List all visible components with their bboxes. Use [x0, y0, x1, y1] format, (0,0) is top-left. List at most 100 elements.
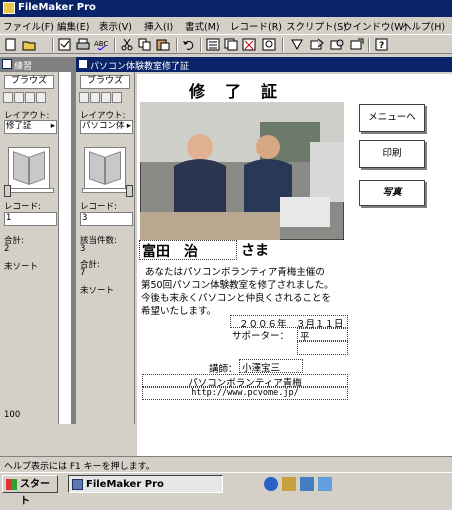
practice-content-strip: [59, 72, 72, 424]
find-mode-icon[interactable]: [14, 92, 24, 103]
zoom-level[interactable]: 100: [4, 410, 20, 420]
menu-scripts[interactable]: スクリプト(S): [286, 19, 347, 33]
body-line-3: 今後も末永くパソコンと仲良くされることを: [141, 293, 332, 304]
layout-mode-icon[interactable]: [101, 92, 111, 103]
status-text: ヘルプ表示には F1 キーを押します。: [4, 462, 155, 472]
menu-bar: ファイル(F) 編集(E) 表示(V) 挿入(I) 書式(M) レコード(R) …: [0, 17, 452, 34]
start-button[interactable]: スタート: [2, 475, 58, 507]
status-bar: ヘルプ表示には F1 キーを押します。: [0, 456, 452, 472]
menu-button[interactable]: メニューへ: [359, 104, 425, 132]
mode-icons: [79, 92, 129, 105]
window-icon: [78, 59, 88, 69]
dropdown-arrow-icon: ▸: [126, 121, 131, 132]
date-field[interactable]: ２００６年 ３月１１日: [230, 315, 348, 330]
certificate-window-title: パソコン体験教室修了証: [90, 62, 190, 72]
sort-icon[interactable]: [290, 38, 304, 51]
find-mode-icon[interactable]: [90, 92, 100, 103]
recipient-name[interactable]: 富田 治: [139, 240, 237, 260]
browse-mode-icon[interactable]: [3, 92, 13, 103]
open-folder-icon[interactable]: [22, 38, 36, 51]
menu-edit[interactable]: 編集(E): [57, 19, 89, 33]
body-line-4: 希望いたします。: [141, 306, 217, 317]
filemaker-app-icon: [3, 2, 15, 14]
delete-record-icon[interactable]: [242, 38, 256, 51]
photo-button[interactable]: 写真: [359, 180, 425, 206]
lecturer-field[interactable]: 小澤宝三: [239, 359, 303, 374]
toolbar-separator: [114, 38, 116, 52]
quicklaunch-icon[interactable]: [300, 477, 314, 491]
menu-help[interactable]: ヘルプ(H): [402, 19, 445, 33]
new-document-icon[interactable]: [4, 38, 18, 51]
print-icon[interactable]: [76, 38, 90, 51]
supporter-field[interactable]: 平: [297, 328, 348, 343]
supporter-field-2[interactable]: [297, 341, 348, 355]
layout-value: 修了証: [6, 121, 32, 131]
new-record-icon[interactable]: [206, 38, 220, 51]
filemaker-task-icon: [72, 479, 83, 490]
layout-select[interactable]: 修了証 ▸: [4, 120, 57, 134]
menu-records[interactable]: レコード(R): [230, 19, 282, 33]
record-number-field[interactable]: 1: [4, 212, 57, 226]
toolbar-separator: [200, 38, 202, 52]
record-slider[interactable]: [4, 185, 54, 197]
record-slider[interactable]: [82, 185, 133, 197]
start-label: スタート: [20, 479, 50, 507]
menu-window[interactable]: ウインドウ(W): [343, 19, 407, 33]
layout-mode-icon[interactable]: [25, 92, 35, 103]
menu-file[interactable]: ファイル(F): [3, 19, 54, 33]
checkbox-icon[interactable]: [58, 38, 72, 51]
mode-tab-browse[interactable]: ブラウズ: [80, 75, 130, 89]
spellcheck-icon[interactable]: ABC: [94, 38, 108, 51]
organization-field[interactable]: パソコンボランティア青梅: [142, 374, 348, 389]
window-icon: [2, 59, 12, 69]
found-label: 該当件数:: [80, 236, 117, 246]
undo-icon[interactable]: [182, 38, 196, 51]
record-label: レコード:: [4, 202, 41, 212]
taskbar: スタート FileMaker Pro: [0, 472, 452, 507]
record-number-field[interactable]: 3: [80, 212, 133, 226]
menu-format[interactable]: 書式(M): [185, 19, 220, 33]
menu-insert[interactable]: 挿入(I): [144, 19, 173, 33]
copy-icon[interactable]: [138, 38, 152, 51]
practice-window-title: 練習: [14, 62, 33, 72]
quicklaunch-icon[interactable]: [282, 477, 296, 491]
certificate-window-title-bar[interactable]: パソコン体験教室修了証: [76, 57, 452, 72]
certificate-title: 修 了 証: [189, 82, 280, 101]
menu-view[interactable]: 表示(V): [99, 19, 132, 33]
windows-logo-icon: [6, 479, 17, 490]
paste-icon[interactable]: [156, 38, 170, 51]
quicklaunch-icon[interactable]: [318, 477, 332, 491]
print-button[interactable]: 印刷: [359, 140, 425, 168]
toolbar-separator: [176, 38, 178, 52]
supporter-label: サポーター：: [232, 331, 290, 342]
taskbar-filemaker-button[interactable]: FileMaker Pro: [68, 475, 223, 493]
class-photo: [140, 102, 344, 240]
lecturer-label: 講師：: [209, 364, 238, 375]
preview-mode-icon[interactable]: [112, 92, 122, 103]
body-line-2: 第50回パソコン体験教室を修了されました。: [141, 280, 334, 291]
help-icon[interactable]: ?: [375, 38, 389, 51]
cut-icon[interactable]: [120, 38, 134, 51]
duplicate-record-icon[interactable]: [224, 38, 238, 51]
practice-status-area: ブラウズ レイアウト: 修了証 ▸ レコード: 1 合計: 2 未ソート 100: [0, 72, 59, 424]
app-title-bar[interactable]: FileMaker Pro: [0, 0, 452, 17]
app-title: FileMaker Pro: [18, 2, 96, 13]
omit-record-icon[interactable]: [310, 38, 324, 51]
show-all-icon[interactable]: [330, 38, 344, 51]
url-field[interactable]: http://www.pcvome.jp/: [142, 387, 348, 400]
sort-status: 未ソート: [80, 286, 115, 296]
found-value: 3: [80, 244, 86, 254]
browse-mode-icon[interactable]: [79, 92, 89, 103]
mode-icons: [3, 92, 53, 105]
ie-icon[interactable]: [264, 477, 278, 491]
find-icon[interactable]: [262, 38, 276, 51]
layout-select[interactable]: パソコン体 ▸: [80, 120, 133, 134]
mode-tab-browse[interactable]: ブラウズ: [4, 75, 54, 89]
practice-window-title-bar[interactable]: 練習: [0, 57, 72, 72]
record-book-icon[interactable]: [84, 147, 126, 189]
record-book-icon[interactable]: [8, 147, 50, 189]
find-matching-icon[interactable]: [350, 38, 364, 51]
svg-text:?: ?: [379, 41, 384, 51]
toolbar-separator: [52, 38, 54, 52]
preview-mode-icon[interactable]: [36, 92, 46, 103]
